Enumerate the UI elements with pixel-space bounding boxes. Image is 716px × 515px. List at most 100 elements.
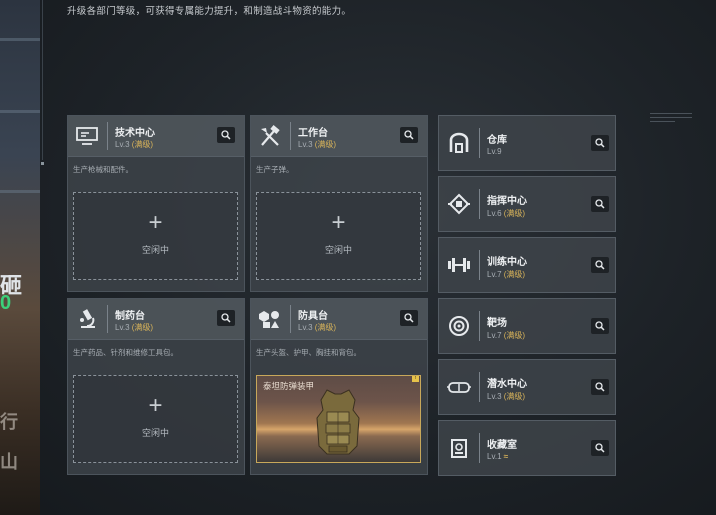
divider-line [42,0,43,160]
level-value: Lv.3 [115,323,130,332]
computer-icon [74,123,100,149]
search-icon [221,130,231,140]
facility-item-training-center[interactable]: 训练中心 Lv.7 (满级) [438,237,616,293]
page-description: 升级各部门等级，可获得专属能力提升，和制造战斗物资的能力。 [67,6,352,17]
tools-icon [257,123,283,149]
upgrade-chevron-icon: ≈ [503,452,509,461]
target-icon [446,313,472,339]
inspect-button[interactable] [591,196,609,212]
card-header: 工作台 Lv.3 (满级) [251,116,427,157]
level-value: Lv.6 [487,209,502,218]
item-level: Lv.3 (满级) [487,391,525,402]
max-badge: (满级) [503,392,526,401]
plus-icon: + [331,209,346,236]
facility-item-diving-center[interactable]: 潜水中心 Lv.3 (满级) [438,359,616,415]
card-description: 生产子弹。 [256,165,294,174]
card-title: 工作台 [298,128,328,139]
item-title: 潜水中心 [487,379,527,390]
command-icon [446,191,472,217]
level-value: Lv.3 [115,140,130,149]
search-icon [404,130,414,140]
max-badge: (满级) [503,209,526,218]
card-header: 技术中心 Lv.3 (满级) [68,116,244,157]
max-badge: (满级) [131,323,154,332]
search-icon [221,313,231,323]
facility-card-pharmacy[interactable]: 制药台 Lv.3 (满级) 生产药品、针剂和维修工具包。 + 空闲中 [67,298,245,475]
slot-status: 空闲中 [324,245,352,255]
facility-card-tech-center[interactable]: 技术中心 Lv.3 (满级) 生产枪械和配件。 + 空闲中 [67,115,245,292]
dumbbell-icon [446,252,472,278]
search-icon [595,199,605,209]
production-slot-empty[interactable]: + 空闲中 [73,192,238,280]
inspect-button[interactable] [400,310,418,326]
item-level: Lv.9 [487,147,502,156]
slot-status: 空闲中 [141,428,169,438]
max-badge: (满级) [503,270,526,279]
search-icon [595,138,605,148]
header-divider [290,305,291,333]
header-divider [290,122,291,150]
card-level: Lv.3 (满级) [115,322,153,333]
level-value: Lv.3 [487,392,502,401]
max-badge: (满级) [131,140,154,149]
search-icon [595,382,605,392]
card-title: 防具台 [298,311,328,322]
scene-text-fragment: 行 [0,412,18,432]
production-slot-empty[interactable]: + 空闲中 [256,192,421,280]
item-divider [479,311,480,341]
item-level: Lv.7 (满级) [487,330,525,341]
max-badge: (满级) [503,331,526,340]
inspect-button[interactable] [591,440,609,456]
card-title: 制药台 [115,311,145,322]
inspect-button[interactable] [591,135,609,151]
inspect-button[interactable] [400,127,418,143]
search-icon [595,443,605,453]
item-title: 收藏室 [487,440,517,451]
goggles-icon [446,374,472,400]
level-value: Lv.7 [487,270,502,279]
search-icon [595,321,605,331]
card-level: Lv.3 (满级) [115,139,153,150]
card-level: Lv.3 (满级) [298,322,336,333]
item-divider [479,433,480,463]
inspect-button[interactable] [591,318,609,334]
item-title: 仓库 [487,135,507,146]
max-badge: (满级) [314,323,337,332]
inspect-button[interactable] [591,379,609,395]
scene-text-fragment: 山 [0,452,18,472]
item-level: Lv.6 (满级) [487,208,525,219]
item-level: Lv.1 ≈ [487,452,508,461]
card-title: 技术中心 [115,128,155,139]
production-slot-empty[interactable]: + 空闲中 [73,375,238,463]
production-slot-active[interactable]: 泰坦防弹装甲 ! [256,375,421,463]
item-title: 训练中心 [487,257,527,268]
level-value: Lv.3 [298,140,313,149]
card-description: 生产药品、针剂和维修工具包。 [73,348,178,357]
header-divider [107,122,108,150]
facility-item-collection-room[interactable]: 收藏室 Lv.1 ≈ [438,420,616,476]
facility-card-armor-bench[interactable]: 防具台 Lv.3 (满级) 生产头盔、护甲、胸挂和背包。 泰坦防弹装甲 ! [250,298,428,475]
search-icon [404,313,414,323]
card-header: 制药台 Lv.3 (满级) [68,299,244,340]
card-header: 防具台 Lv.3 (满级) [251,299,427,340]
plus-icon: + [148,392,163,419]
facility-item-command-center[interactable]: 指挥中心 Lv.6 (满级) [438,176,616,232]
slot-status: 空闲中 [141,245,169,255]
facility-item-warehouse[interactable]: 仓库 Lv.9 [438,115,616,171]
plus-icon: + [148,209,163,236]
level-value: Lv.7 [487,331,502,340]
body-armor-icon [316,389,360,455]
warehouse-icon [446,130,472,156]
level-value: Lv.1 [487,452,502,461]
armor-parts-icon [257,306,283,332]
card-description: 生产枪械和配件。 [73,165,133,174]
search-icon [595,260,605,270]
max-badge: (满级) [314,140,337,149]
inspect-button[interactable] [591,257,609,273]
facility-card-workbench[interactable]: 工作台 Lv.3 (满级) 生产子弹。 + 空闲中 [250,115,428,292]
level-value: Lv.9 [487,147,502,156]
inspect-button[interactable] [217,127,235,143]
inspect-button[interactable] [217,310,235,326]
item-divider [479,128,480,158]
facility-item-shooting-range[interactable]: 靶场 Lv.7 (满级) [438,298,616,354]
